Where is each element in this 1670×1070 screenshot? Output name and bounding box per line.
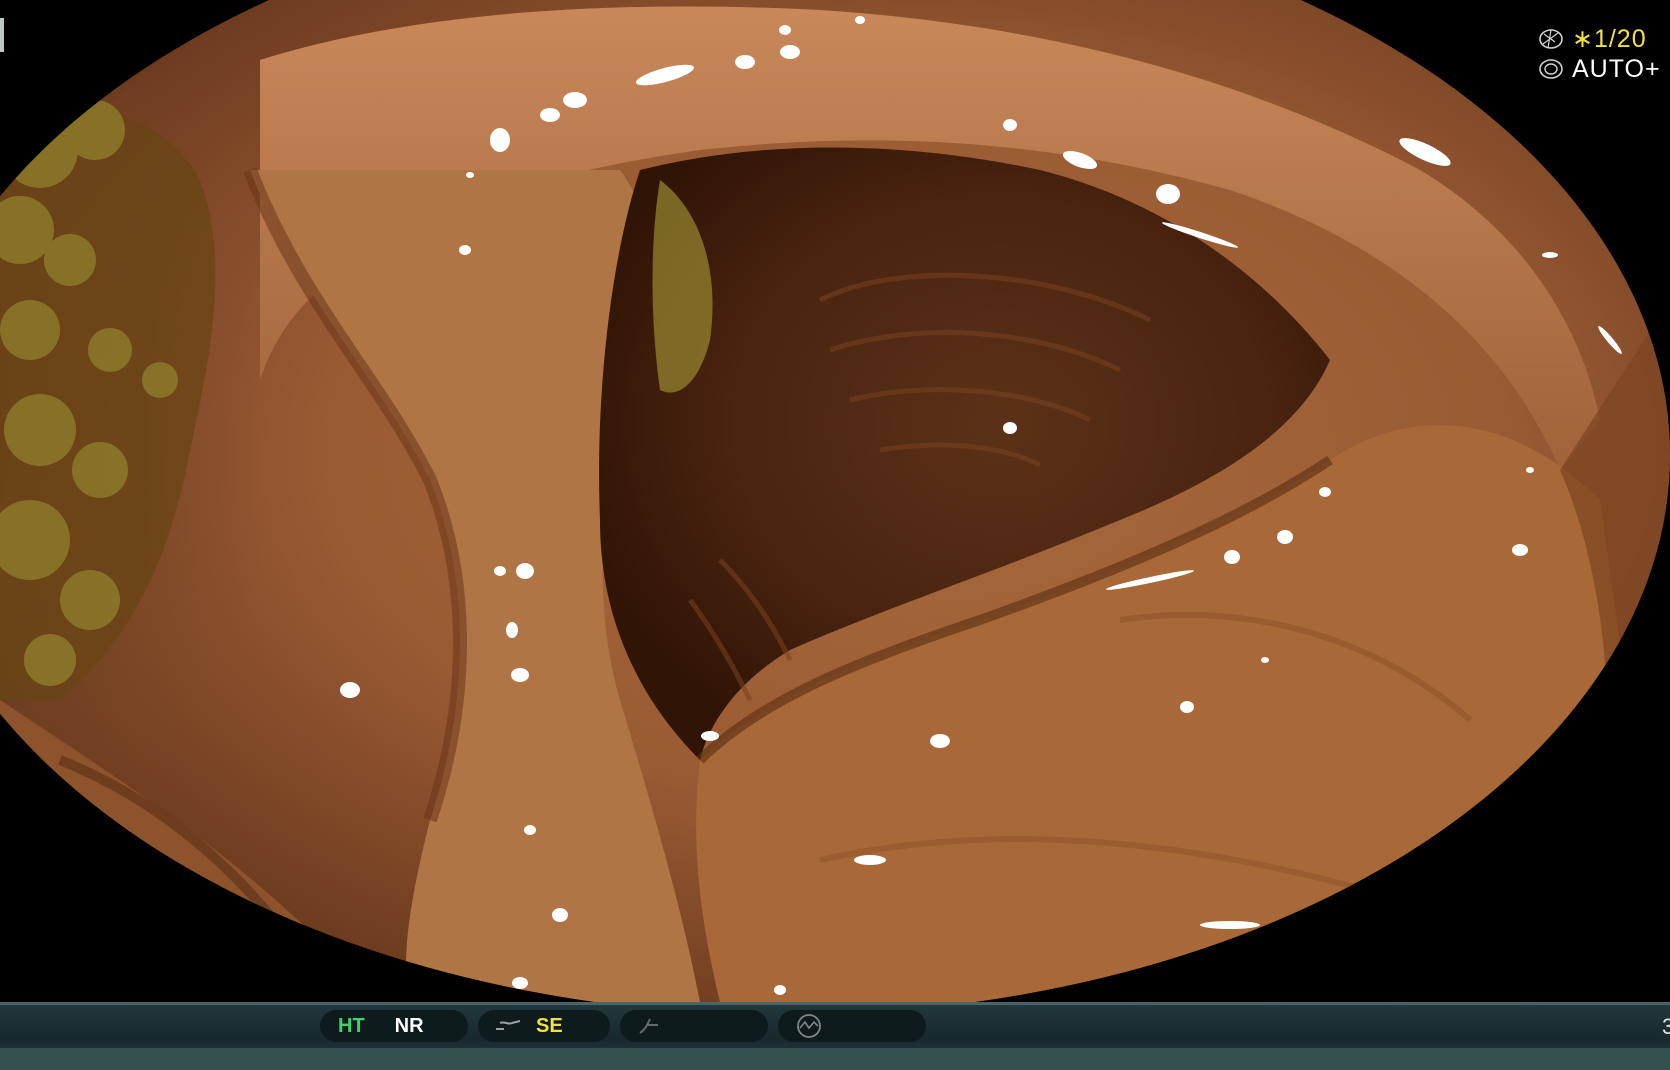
endoscopic-colon-image [0, 0, 1670, 1002]
se-label: SE [536, 1014, 563, 1037]
nr-label: NR [394, 1014, 424, 1037]
status-bar-top-line [0, 1002, 1670, 1005]
shutter-row: ∗1/20 [1538, 24, 1670, 54]
endoscopy-viewport: ∗1/20 AUTO+ [0, 0, 1670, 1002]
color-enhance-icon [639, 1018, 658, 1034]
camera-status-overlay: ∗1/20 AUTO+ [1538, 24, 1670, 84]
ht-nr-indicator: HT NR [320, 1010, 468, 1042]
shutter-value: ∗1/20 [1572, 25, 1647, 53]
left-edge-marker [0, 18, 4, 52]
exposure-row: AUTO+ [1538, 54, 1670, 84]
structure-enhance-indicator: SE [478, 1010, 610, 1042]
processor-status-bar: HT NR SE 3 [0, 1002, 1670, 1070]
color-enhance-indicator [620, 1010, 768, 1042]
light-mode-indicator [778, 1010, 926, 1042]
structure-enhance-icon [496, 1020, 521, 1030]
aperture-icon [1539, 29, 1563, 49]
exposure-mode: AUTO+ [1572, 54, 1661, 83]
iris-icon [1539, 59, 1563, 79]
light-mode-icon [797, 1014, 821, 1038]
right-edge-digit: 3 [1662, 1014, 1670, 1039]
circular-field [0, 0, 1670, 1002]
ht-label: HT [338, 1014, 365, 1037]
status-bar-bottom-strip [0, 1048, 1670, 1070]
